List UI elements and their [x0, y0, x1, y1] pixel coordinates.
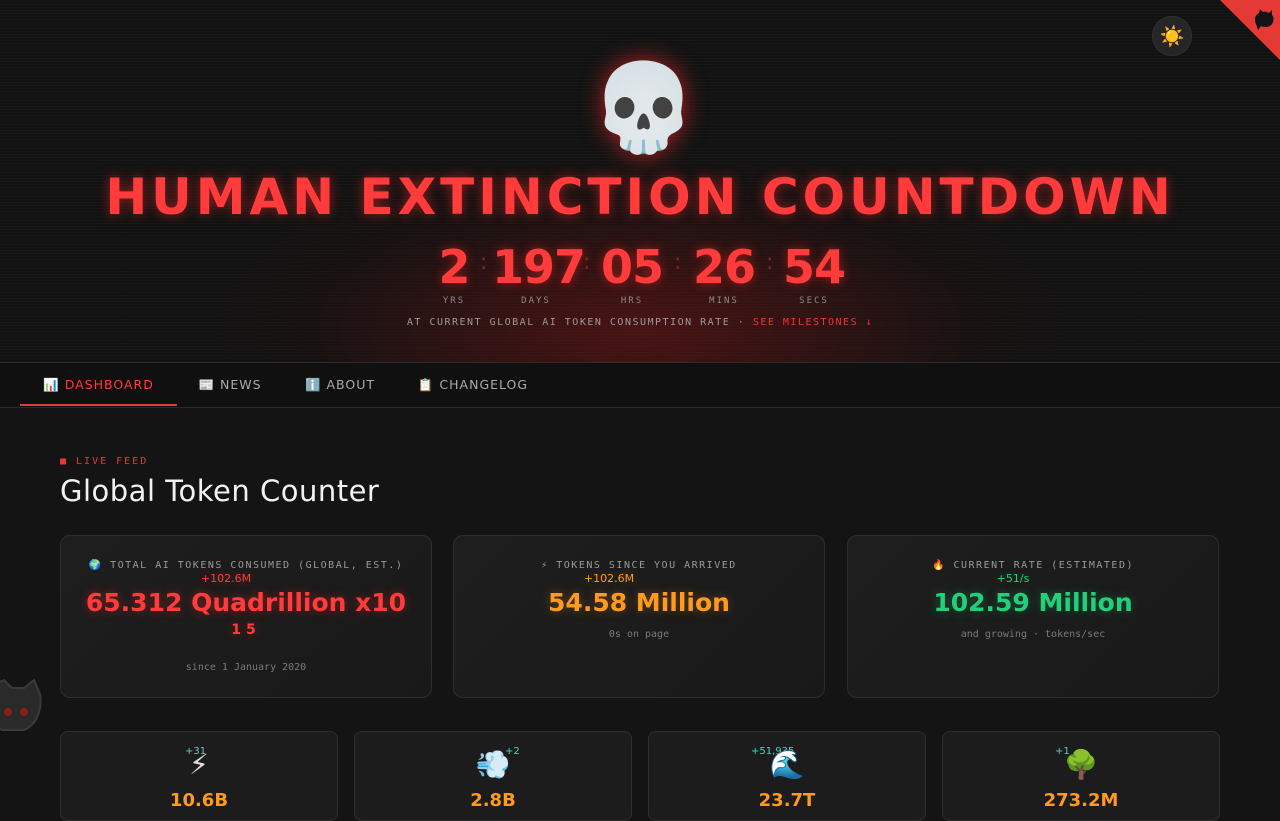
card-value: 2.8B	[470, 790, 516, 811]
card-label: 🔥 CURRENT RATE (ESTIMATED)	[932, 560, 1134, 571]
card-value: 102.59 Million	[933, 588, 1133, 617]
tab-changelog[interactable]: 📋 CHANGELOG	[404, 363, 542, 406]
card-label: ⚡ TOKENS SINCE YOU ARRIVED	[541, 560, 737, 571]
countdown-seconds-value: 54	[782, 240, 846, 294]
countdown-days-label: DAYS	[521, 296, 551, 306]
rate-caption: AT CURRENT GLOBAL AI TOKEN CONSUMPTION R…	[0, 317, 1280, 328]
main-tabs: 📊 DASHBOARD 📰 NEWS ℹ️ ABOUT 📋 CHANGELOG	[0, 363, 1280, 408]
section-title: Global Token Counter	[60, 474, 380, 508]
countdown-hours: 05 HRS	[594, 240, 670, 306]
lightning-icon: ⚡	[189, 748, 209, 781]
github-octocat-icon	[1255, 9, 1274, 30]
total-tokens-card: 🌍 TOTAL AI TOKENS CONSUMED (GLOBAL, EST.…	[60, 535, 432, 698]
trees-card: +1 🌳 273.2M	[942, 731, 1220, 821]
card-delta: +102.6M	[583, 572, 635, 585]
countdown-minutes-value: 26	[692, 240, 756, 294]
skull-icon: 💀	[590, 58, 698, 158]
theme-toggle-button[interactable]: ☀️	[1152, 16, 1192, 56]
mascot-cat-icon[interactable]	[0, 676, 42, 736]
card-subtext: 0s on page	[608, 629, 670, 640]
card-value: 65.312 Quadrillion x10	[85, 588, 407, 617]
session-tokens-card: ⚡ TOKENS SINCE YOU ARRIVED +102.6M 54.58…	[453, 535, 825, 698]
countdown-separator: :	[766, 250, 774, 275]
current-rate-card: 🔥 CURRENT RATE (ESTIMATED) +51/s 102.59 …	[847, 535, 1219, 698]
card-value: 54.58 Million	[548, 588, 730, 617]
emissions-card: +2 💨 2.8B	[354, 731, 632, 821]
card-value-exponent: 15	[231, 622, 261, 638]
see-milestones-link[interactable]: SEE MILESTONES ↓	[753, 317, 873, 328]
card-delta: +51/s	[996, 572, 1030, 585]
countdown-years-value: 2	[438, 240, 470, 294]
card-value: 273.2M	[1043, 790, 1119, 811]
sun-icon: ☀️	[1159, 24, 1185, 48]
tree-icon: 🌳	[1063, 748, 1099, 781]
water-card: +51,935 🌊 23.7T	[648, 731, 926, 821]
countdown-days: 197 DAYS	[492, 240, 586, 306]
tab-dashboard[interactable]: 📊 DASHBOARD	[20, 363, 177, 406]
card-delta: +102.6M	[200, 572, 252, 585]
live-feed-label: ■ LIVE FEED	[60, 456, 149, 467]
countdown-separator: :	[480, 250, 488, 275]
card-value: 23.7T	[758, 790, 816, 811]
countdown-seconds: 54 SECS	[776, 240, 852, 306]
countdown-minutes-label: MINS	[709, 296, 739, 306]
countdown-seconds-label: SECS	[799, 296, 829, 306]
page-title: HUMAN EXTINCTION COUNTDOWN	[105, 168, 1175, 226]
countdown-separator: :	[583, 250, 591, 275]
countdown-separator: :	[674, 250, 682, 275]
tab-news[interactable]: 📰 NEWS	[185, 363, 275, 406]
wave-icon: 🌊	[769, 748, 805, 781]
countdown-timer: 2 YRS : 197 DAYS : 05 HRS : 26 MINS : 54…	[420, 240, 860, 310]
countdown-years-label: YRS	[442, 296, 466, 306]
card-subtext: since 1 January 2020	[185, 662, 307, 673]
countdown-hours-value: 05	[600, 240, 664, 294]
countdown-minutes: 26 MINS	[686, 240, 762, 306]
card-value: 10.6B	[169, 790, 229, 811]
energy-card: +31 ⚡ 10.6B	[60, 731, 338, 821]
countdown-years: 2 YRS	[430, 240, 478, 306]
rate-caption-text: AT CURRENT GLOBAL AI TOKEN CONSUMPTION R…	[406, 317, 753, 328]
countdown-days-value: 197	[492, 240, 586, 294]
card-label: 🌍 TOTAL AI TOKENS CONSUMED (GLOBAL, EST.…	[88, 560, 404, 571]
tab-about[interactable]: ℹ️ ABOUT	[292, 363, 388, 406]
wind-icon: 💨	[475, 748, 511, 781]
hero-header: ☀️ 💀 HUMAN EXTINCTION COUNTDOWN 2 YRS : …	[0, 0, 1280, 363]
countdown-hours-label: HRS	[620, 296, 644, 306]
card-subtext: and growing · tokens/sec	[960, 629, 1106, 640]
